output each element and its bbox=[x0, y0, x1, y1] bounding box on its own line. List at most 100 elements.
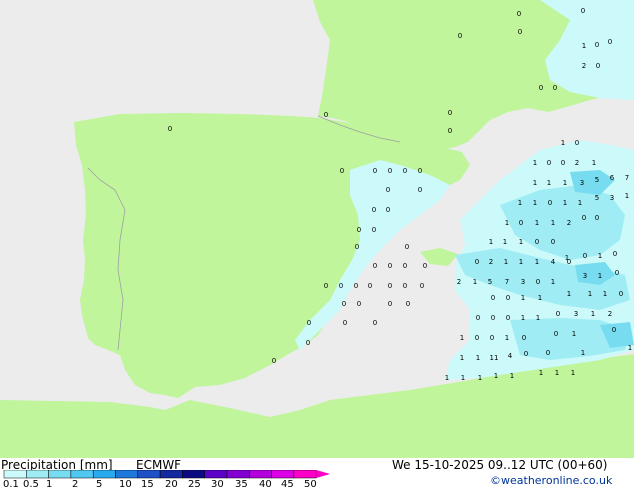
precip-value-label: 1 bbox=[461, 374, 465, 382]
precip-value-label: 0 bbox=[567, 258, 571, 266]
precip-value-label: 0 bbox=[535, 238, 539, 246]
precip-value-label: 1 bbox=[598, 252, 602, 260]
legend-tick-label: 30 bbox=[211, 479, 224, 490]
forecast-map-viewer: 0000100200000000000000000000000000000000… bbox=[0, 0, 634, 490]
precip-value-label: 0 bbox=[551, 238, 555, 246]
precip-value-label: 2 bbox=[608, 310, 612, 318]
legend-swatch bbox=[226, 470, 250, 479]
precip-value-label: 0 bbox=[582, 214, 586, 222]
precip-value-label: 5 bbox=[488, 278, 492, 286]
precip-value-label: 1 bbox=[625, 192, 629, 200]
precip-value-label: 0 bbox=[491, 314, 495, 322]
precip-value-label: 1 bbox=[598, 272, 602, 280]
precip-value-label: 0 bbox=[448, 109, 452, 117]
legend-swatch bbox=[249, 470, 272, 479]
legend-overflow-arrow bbox=[316, 470, 331, 478]
valid-time: We 15-10-2025 09..12 UTC (00+60) bbox=[392, 458, 608, 472]
precip-value-label: 0 bbox=[406, 300, 410, 308]
precip-value-label: 0 bbox=[612, 326, 616, 334]
precip-value-label: 1 bbox=[503, 238, 507, 246]
precip-value-label: 1 bbox=[539, 369, 543, 377]
legend-swatch bbox=[115, 470, 139, 479]
precip-value-label: 0 bbox=[519, 219, 523, 227]
legend-tick-label: 25 bbox=[188, 479, 201, 490]
precip-value-label: 0 bbox=[307, 319, 311, 327]
precip-value-label: 0 bbox=[388, 282, 392, 290]
precip-value-label: 0 bbox=[403, 167, 407, 175]
precip-value-label: 0 bbox=[583, 252, 587, 260]
legend-swatch bbox=[70, 470, 94, 479]
legend-tick-label: 15 bbox=[141, 479, 154, 490]
precip-value-label: 6 bbox=[610, 174, 615, 182]
precip-value-label: 1 bbox=[478, 374, 482, 382]
precip-value-label: 0 bbox=[168, 125, 172, 133]
precip-value-label: 1 bbox=[519, 238, 523, 246]
precip-value-label: 0 bbox=[386, 206, 390, 214]
legend-tick-label: 45 bbox=[281, 479, 294, 490]
precip-value-label: 1 bbox=[592, 159, 596, 167]
legend-swatch bbox=[159, 470, 183, 479]
precip-value-label: 1 bbox=[588, 290, 592, 298]
precip-value-label: 0 bbox=[596, 62, 600, 70]
precip-value-label: 0 bbox=[420, 282, 424, 290]
precip-value-label: 1 bbox=[603, 290, 607, 298]
precip-value-label: 0 bbox=[357, 300, 361, 308]
precip-value-label: 0 bbox=[546, 349, 550, 357]
precip-value-label: 1 bbox=[567, 290, 571, 298]
precip-value-label: 0 bbox=[388, 262, 392, 270]
precip-value-label: 0 bbox=[522, 334, 526, 342]
precip-value-label: 0 bbox=[475, 258, 479, 266]
precip-value-label: 2 bbox=[567, 219, 571, 227]
precip-value-label: 1 bbox=[460, 354, 464, 362]
precip-value-label: 0 bbox=[405, 243, 409, 251]
precip-value-label: 0 bbox=[554, 330, 558, 338]
precip-value-label: 1 bbox=[535, 219, 539, 227]
precip-value-label: 0 bbox=[423, 262, 427, 270]
precip-value-label: 1 bbox=[563, 179, 567, 187]
legend-tick-label: 0.1 bbox=[3, 479, 19, 490]
precip-value-label: 1 bbox=[505, 219, 509, 227]
precipitation-map[interactable]: 0 0 0 0 1 0 0 2 0 0 0 0 0 0 0 0 0 0 0 0 0 0 0 0 0 0 0 0 0 0 0 0 0 0 0 0 0 0 0 0… bbox=[0, 0, 634, 458]
precip-value-label: 0 bbox=[418, 186, 422, 194]
precip-value-label: 1 bbox=[533, 199, 537, 207]
precip-value-label: 1 bbox=[504, 258, 508, 266]
precip-value-label: 1 bbox=[582, 42, 586, 50]
legend-swatch bbox=[182, 470, 205, 479]
precip-value-label: 0 bbox=[343, 319, 347, 327]
legend-swatch bbox=[3, 470, 27, 479]
legend-swatch bbox=[92, 470, 116, 479]
legend-tick-label: 2 bbox=[72, 479, 79, 490]
precip-value-label: 1 bbox=[547, 179, 551, 187]
precip-value-label: 1 bbox=[489, 238, 493, 246]
precip-value-label: 0 bbox=[524, 350, 528, 358]
precip-value-label: 1 bbox=[473, 278, 477, 286]
precip-value-label: 1 bbox=[519, 258, 523, 266]
precip-value-label: 0 bbox=[458, 32, 462, 40]
precip-value-label: 1 bbox=[591, 310, 595, 318]
precip-value-label: 2 bbox=[575, 159, 579, 167]
precip-value-label: 1 bbox=[476, 354, 480, 362]
precip-value-label: 0 bbox=[581, 7, 585, 15]
precip-value-label: 0 bbox=[306, 339, 310, 347]
precip-value-label: 3 bbox=[521, 278, 525, 286]
precip-value-label: 0 bbox=[615, 269, 619, 277]
precip-value-label: 0 bbox=[324, 282, 328, 290]
precip-value-label: 0 bbox=[373, 167, 377, 175]
precip-value-label: 0 bbox=[386, 186, 390, 194]
precip-value-label: 0 bbox=[595, 214, 599, 222]
precip-value-label: 1 bbox=[563, 199, 567, 207]
precip-value-label: 0 bbox=[491, 294, 495, 302]
legend-tick-label: 5 bbox=[96, 479, 103, 490]
legend-tick-label: 40 bbox=[259, 479, 272, 490]
precip-value-label: 0 bbox=[613, 250, 617, 258]
precip-value-label: 0 bbox=[518, 28, 522, 36]
precip-value-label: 0 bbox=[475, 334, 479, 342]
precip-value-label: 0 bbox=[506, 294, 510, 302]
legend-swatch bbox=[293, 470, 317, 479]
precip-value-label: 0 bbox=[342, 300, 346, 308]
credit-link[interactable]: ©weatheronline.co.uk bbox=[490, 474, 612, 488]
precip-value-label: 0 bbox=[595, 41, 599, 49]
precip-value-label: 7 bbox=[625, 174, 629, 182]
precip-value-label: 0 bbox=[448, 127, 452, 135]
precip-value-label: 1 bbox=[460, 334, 464, 342]
